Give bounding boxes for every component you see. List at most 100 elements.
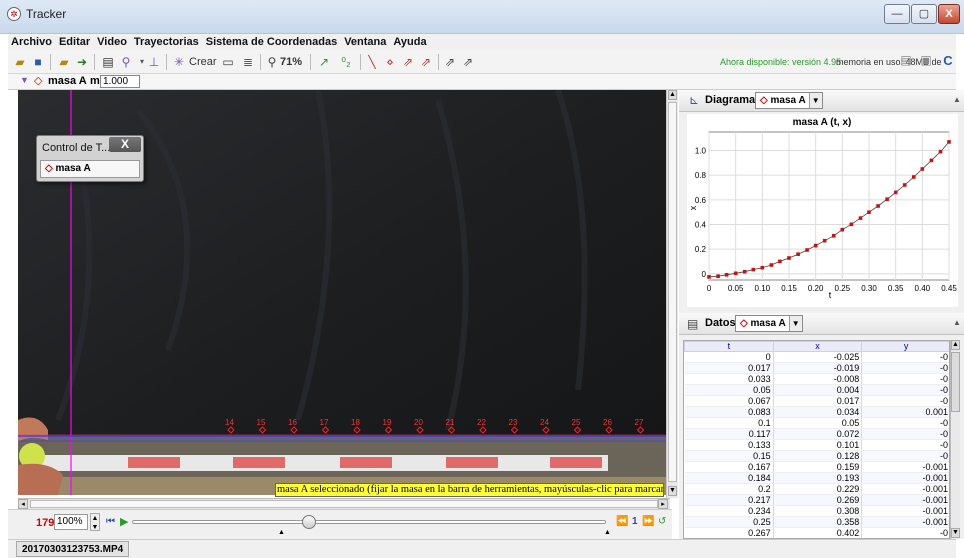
menu-ayuda[interactable]: Ayuda: [390, 34, 430, 48]
table-cell-x[interactable]: 0.193: [773, 472, 863, 484]
table-cell-t[interactable]: 0.234: [684, 505, 774, 517]
table-cell-t[interactable]: 0.284: [685, 539, 774, 540]
table-cell-x[interactable]: 0.128: [773, 450, 863, 462]
menu-ventana[interactable]: Ventana: [341, 34, 390, 48]
table-row[interactable]: 0.2 0.229 -0.001: [684, 483, 949, 495]
table-row[interactable]: 0.1 0.05 -0: [684, 417, 949, 429]
table-row[interactable]: 0.25 0.358 -0.001: [684, 516, 949, 528]
open-folder-icon[interactable]: ▰: [12, 54, 28, 70]
minimize-button[interactable]: —: [884, 4, 910, 24]
table-cell-y[interactable]: -0.001: [861, 494, 949, 506]
zoom-icon[interactable]: ⚲: [264, 54, 280, 70]
data-table[interactable]: t x y 0 -0.025 -0 0.017 -0.019 -0 0.033 -0.008-…: [683, 340, 950, 539]
table-cell-t[interactable]: 0.05: [684, 384, 774, 396]
menu-editar[interactable]: Editar: [56, 34, 94, 48]
table-cell-t[interactable]: 0.217: [684, 494, 774, 506]
track-menu-icon[interactable]: ▼: [20, 75, 29, 85]
table-row[interactable]: 0.05 0.004 -0: [684, 384, 949, 396]
table-cell-x[interactable]: 0.101: [773, 439, 863, 451]
track-control-close-button[interactable]: X: [109, 137, 141, 152]
table-row[interactable]: 0.083 0.034 0.001: [684, 406, 949, 418]
trajectory-icon[interactable]: ╲: [364, 54, 380, 70]
table-cell-y[interactable]: -0: [861, 450, 949, 462]
playback-slider[interactable]: [132, 520, 606, 524]
table-cell-y[interactable]: -0: [861, 362, 949, 374]
video-vertical-scrollbar[interactable]: ▲ ▼: [666, 90, 678, 498]
player-zoom-field[interactable]: 100%: [54, 514, 88, 530]
table-cell-t[interactable]: 0.15: [684, 450, 774, 462]
table-cell-x[interactable]: 0.159: [773, 461, 863, 473]
data-panel-label[interactable]: Datos: [705, 317, 736, 329]
table-row[interactable]: 0.117 0.072 -0: [684, 428, 949, 440]
loop-icon[interactable]: ↺: [658, 516, 666, 527]
column-header-t[interactable]: t: [684, 341, 774, 352]
video-filter-icon[interactable]: ▭: [220, 54, 236, 70]
import-icon[interactable]: ➜: [74, 54, 90, 70]
create-track-button[interactable]: Crear: [189, 53, 217, 71]
collapse-icon[interactable]: ▲: [953, 95, 961, 104]
table-cell-x[interactable]: 0.358: [773, 516, 863, 528]
labels-icon[interactable]: ⁰₂: [338, 54, 354, 70]
menu-video[interactable]: Video: [94, 34, 131, 48]
end-marker-icon[interactable]: ▲: [604, 529, 611, 536]
collapse-icon[interactable]: ▲: [953, 318, 961, 327]
table-row[interactable]: 0.033 -0.008 -0: [684, 373, 949, 385]
track-control-item[interactable]: ◇ masa A: [40, 160, 140, 178]
step-back-icon[interactable]: ⏪: [616, 516, 628, 527]
menu-sistema-coordenadas[interactable]: Sistema de Coordenadas: [203, 34, 341, 48]
vmass-icon[interactable]: ⇗: [460, 54, 476, 70]
position-icon[interactable]: ⋄: [382, 54, 398, 70]
table-row[interactable]: 0.267 0.402 -0: [684, 527, 949, 538]
table-row[interactable]: 0.184 0.193 -0.001: [684, 472, 949, 484]
xmass-icon[interactable]: ⇗: [442, 54, 458, 70]
table-cell-y[interactable]: 0.001: [861, 406, 949, 418]
table-cell-t[interactable]: 0.033: [684, 373, 774, 385]
menu-archivo[interactable]: Archivo: [8, 34, 56, 48]
table-row[interactable]: 0.017 -0.019 -0: [684, 362, 949, 374]
play-icon[interactable]: ▶: [120, 515, 128, 528]
print-icon[interactable]: ▣: [918, 53, 934, 69]
step-size[interactable]: 1: [632, 516, 638, 527]
table-cell-y[interactable]: -0: [861, 527, 949, 538]
table-cell-x[interactable]: 0.004: [773, 384, 863, 396]
table-cell-x[interactable]: 0.017: [773, 395, 863, 407]
table-cell-t[interactable]: 0.067: [684, 395, 774, 407]
menu-trayectorias[interactable]: Trayectorias: [131, 34, 203, 48]
table-row[interactable]: 0.217 0.269 -0.001: [684, 494, 949, 506]
table-cell-y[interactable]: -0: [861, 439, 949, 451]
velocity-icon[interactable]: ⇗: [400, 54, 416, 70]
table-cell-t[interactable]: 0.1: [684, 417, 774, 429]
table-row[interactable]: 0.234 0.308 -0.001: [684, 505, 949, 517]
table-row[interactable]: 0.15 0.128 -0: [684, 450, 949, 462]
update-notice[interactable]: Ahora disponible: versión 4.95: [720, 53, 841, 71]
zoom-spinner[interactable]: ▲ ▼: [90, 513, 100, 531]
column-header-x[interactable]: x: [772, 341, 863, 352]
table-row[interactable]: 0.067 0.017 -0: [684, 395, 949, 407]
table-cell-t[interactable]: 0.25: [684, 516, 774, 528]
diagram-panel-label[interactable]: Diagramas: [705, 94, 761, 106]
position-chart[interactable]: masa A (t, x) 0 0.05 0.10 0.15 0.20 0.25 0.30 0…: [687, 114, 958, 307]
maximize-button[interactable]: ▢: [911, 4, 937, 24]
track-control-window[interactable]: Control de T... X ◇ masa A: [36, 135, 144, 182]
table-cell-x[interactable]: 0.05: [773, 417, 863, 429]
zoom-level[interactable]: 71%: [280, 53, 302, 71]
mass-field[interactable]: 1.000: [100, 75, 140, 88]
table-cell-t[interactable]: 0.117: [684, 428, 774, 440]
table-cell-x[interactable]: 0.452: [773, 539, 862, 540]
table-cell-y[interactable]: -0: [861, 428, 949, 440]
axes-icon[interactable]: ⊥: [146, 54, 162, 70]
table-cell-y[interactable]: 0.001: [862, 539, 950, 540]
table-cell-y[interactable]: -0: [861, 417, 949, 429]
table-cell-y[interactable]: -0: [861, 395, 949, 407]
path-icon[interactable]: ↗: [316, 54, 332, 70]
save-icon[interactable]: ■: [30, 54, 46, 70]
table-cell-y[interactable]: -0.001: [861, 505, 949, 517]
table-cell-x[interactable]: 0.072: [773, 428, 863, 440]
table-cell-y[interactable]: -0.001: [861, 472, 949, 484]
table-cell-t[interactable]: 0.267: [684, 527, 774, 538]
close-button[interactable]: X: [938, 4, 960, 24]
table-cell-t[interactable]: 0.133: [684, 439, 774, 451]
trails-icon[interactable]: ≣: [240, 54, 256, 70]
table-cell-y[interactable]: -0: [861, 373, 949, 385]
go-to-start-icon[interactable]: ⏮: [106, 516, 115, 527]
